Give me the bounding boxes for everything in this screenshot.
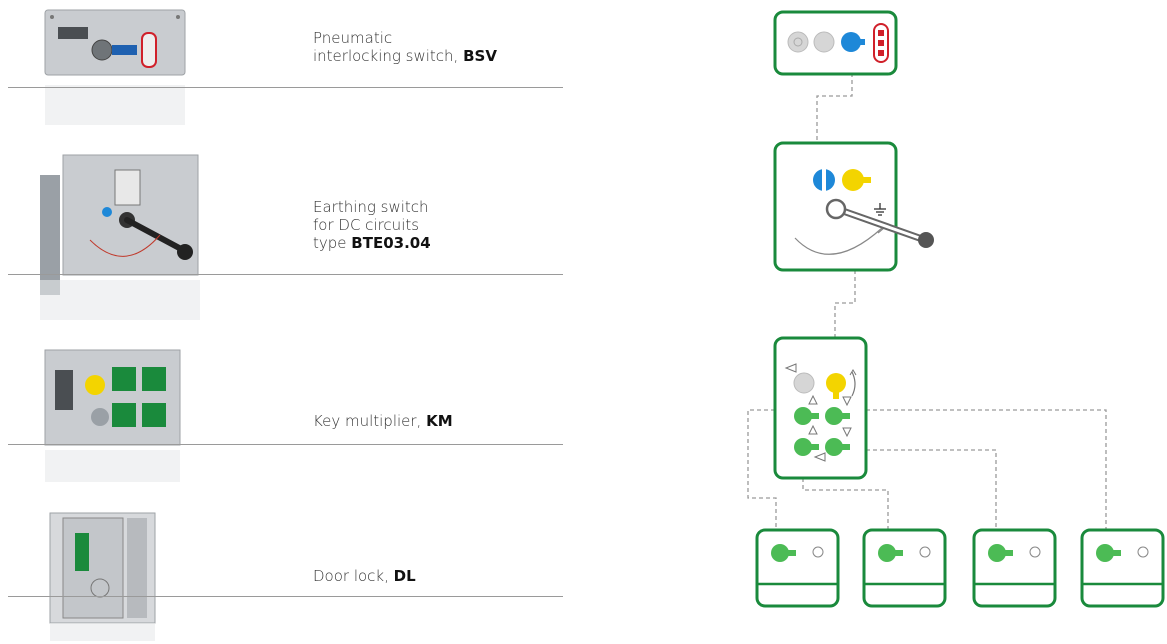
bte-photo — [40, 154, 200, 320]
connector-km-dl2 — [802, 478, 889, 530]
divider — [8, 87, 563, 88]
label-text: type — [313, 234, 352, 252]
dl-box-2 — [862, 528, 947, 608]
dl-box-4 — [1080, 528, 1165, 608]
dl-photo — [49, 512, 156, 641]
bte-box — [773, 141, 934, 272]
product-code: KM — [426, 412, 453, 430]
label-text: Key multiplier, — [313, 412, 427, 430]
label-line: Pneumatic — [313, 29, 393, 47]
label-line: type BTE03.04 — [313, 234, 431, 252]
bsv-photo — [44, 9, 186, 125]
divider — [8, 596, 563, 597]
product-code: BSV — [463, 47, 497, 65]
km-photo — [44, 349, 181, 482]
km-box — [773, 336, 868, 480]
bsv-box — [773, 10, 898, 76]
product-code: DL — [393, 567, 416, 585]
product-label-bsv: Pneumatic interlocking switch, BSV — [313, 29, 497, 65]
interlock-diagram — [747, 10, 1165, 608]
label-line: for DC circuits — [313, 216, 420, 234]
dl-box-1 — [755, 528, 840, 608]
label-line: Earthing switch — [313, 198, 429, 216]
connector-bte-km — [834, 270, 856, 338]
label-text: interlocking switch, — [313, 47, 464, 65]
connector-bsv-bte — [816, 73, 853, 143]
divider — [8, 444, 563, 445]
product-code: BTE03.04 — [351, 234, 431, 252]
divider — [8, 274, 563, 275]
product-label-bte: Earthing switch for DC circuits type BTE… — [313, 198, 431, 252]
grey-knob-icon — [813, 31, 835, 53]
grey-knob-icon — [793, 372, 815, 394]
label-text: Door lock, — [313, 567, 394, 585]
connector-km-dl4 — [866, 409, 1107, 530]
connector-km-dl1 — [747, 409, 777, 530]
dl-box-3 — [972, 528, 1057, 608]
product-label-km: Key multiplier, KM — [313, 412, 453, 430]
label-line: interlocking switch, BSV — [313, 47, 497, 65]
product-label-dl: Door lock, DL — [313, 567, 416, 585]
